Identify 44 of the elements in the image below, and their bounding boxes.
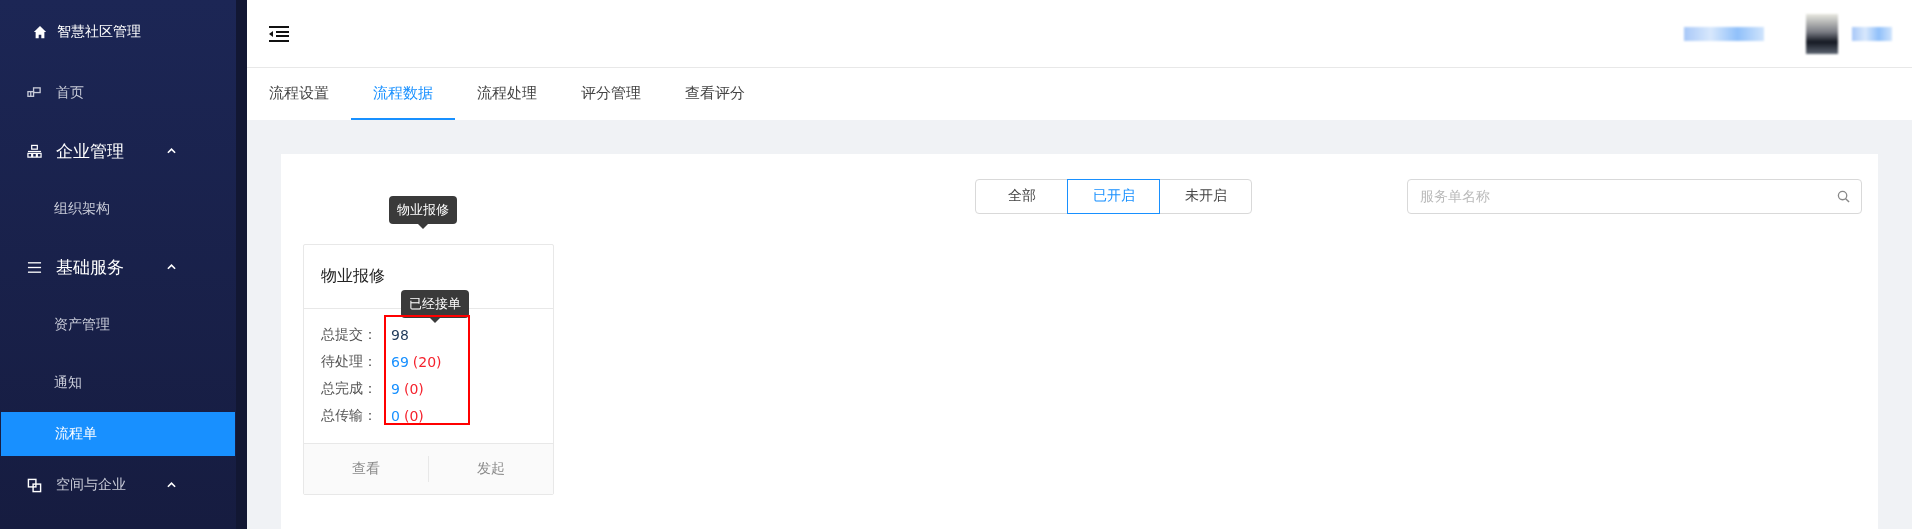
menu-label: 空间与企业 [56,476,127,494]
tooltip-arrow [418,224,428,229]
submenu-item[interactable]: 通知 [0,354,236,412]
avatar-icon[interactable] [1806,13,1838,54]
stat-label: 总提交： [321,325,377,344]
stat-extra: (0) [403,380,424,397]
submenu-item[interactable]: 组织架构 [0,180,236,238]
menu-label: 首页 [56,84,85,102]
stat-value: 0 [391,407,400,424]
collapse-menu-icon[interactable] [269,24,289,43]
hierarchy-icon [27,143,42,159]
stat-label: 总传输： [321,406,377,425]
stat-label: 总完成： [321,379,377,398]
search-field[interactable]: 服务单名称 [1407,178,1862,214]
sidebar-item[interactable]: 空间与企业 [0,456,236,514]
sidebar-item[interactable]: 基础服务 [0,238,236,296]
tab[interactable]: 查看评分 [663,68,767,120]
squares-icon [27,477,42,493]
filter-button[interactable]: 未开启 [1159,178,1252,214]
sidebar-item[interactable]: 企业管理 [0,122,236,180]
sidebar-item[interactable]: 首页 [0,64,236,122]
card-action-button[interactable]: 发起 [428,456,553,482]
stat-label: 待处理： [321,352,377,371]
tooltip-arrow [430,318,440,323]
search-icon [1837,189,1850,203]
tooltip: 已经接单 [401,290,469,318]
menu-label: 企业管理 [56,139,125,163]
filter-button[interactable]: 全部 [975,178,1068,214]
card-action-button[interactable]: 查看 [304,456,428,482]
home-icon [33,25,47,39]
tab[interactable]: 评分管理 [559,68,663,120]
blurred-text [1852,26,1892,41]
menu-label: 基础服务 [56,255,125,279]
list-icon [27,259,42,275]
tab[interactable]: 流程处理 [455,68,559,120]
submenu-item[interactable]: 资产管理 [0,296,236,354]
tooltip: 物业报修 [389,196,457,224]
stat-value: 9 [391,380,400,397]
brand-title: 智慧社区管理 [57,23,141,41]
stat-extra: (20) [412,353,442,370]
tab[interactable]: 流程设置 [269,68,351,120]
stat-extra: (0) [403,407,424,424]
stat-value: 69 [391,353,409,370]
stat-value: 98 [391,326,409,343]
